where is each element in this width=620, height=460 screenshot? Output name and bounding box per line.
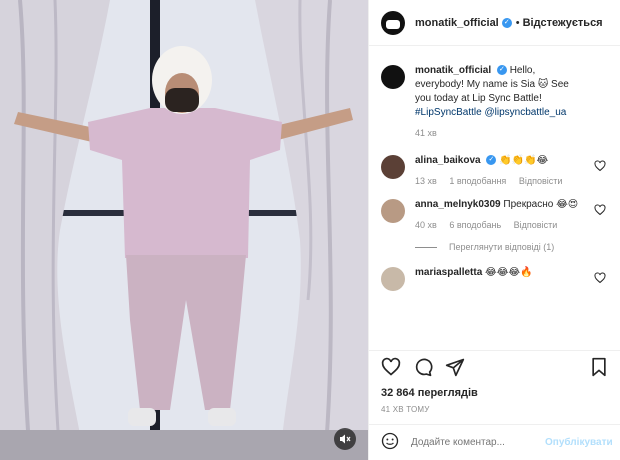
views-count[interactable]: 32 864 переглядів xyxy=(381,387,609,399)
verified-badge-icon: ✓ xyxy=(496,65,507,76)
comment-icon[interactable] xyxy=(413,357,433,382)
avatar[interactable] xyxy=(381,10,405,35)
comment-username[interactable]: mariaspalletta xyxy=(415,267,482,278)
comment-time[interactable]: 13 хв xyxy=(415,176,437,186)
mention-link[interactable]: @lipsyncbattle_ua xyxy=(485,107,567,118)
instagram-post: monatik_official ✓ • Відстежується monat… xyxy=(0,0,620,460)
hashtag-link[interactable]: #LipSyncBattle xyxy=(415,107,482,118)
add-comment-bar: Опублікувати xyxy=(369,424,620,460)
like-heart-icon[interactable] xyxy=(594,272,606,284)
comment-text: Прекрасно 😂😍 xyxy=(503,199,579,210)
speaker-muted-icon xyxy=(340,434,351,444)
avatar[interactable] xyxy=(381,155,405,179)
post-header: monatik_official ✓ • Відстежується xyxy=(369,0,620,46)
caption-time: 41 хв xyxy=(415,128,437,138)
post-media[interactable] xyxy=(0,0,368,460)
avatar[interactable] xyxy=(381,65,405,89)
reply-button[interactable]: Відповісти xyxy=(519,176,563,186)
comment-likes[interactable]: 6 вподобань xyxy=(449,220,501,230)
mute-audio-button[interactable] xyxy=(334,428,356,450)
comment-meta: 13 хв 1 вподобання Відповісти xyxy=(415,174,586,188)
comment-meta: 40 хв 6 вподобань Відповісти xyxy=(415,218,586,232)
like-heart-icon[interactable] xyxy=(594,204,606,216)
publish-button[interactable]: Опублікувати xyxy=(545,437,613,448)
avatar[interactable] xyxy=(381,267,405,291)
comment-likes[interactable]: 1 вподобання xyxy=(449,176,506,186)
comment-text: 😂😂😂🔥 xyxy=(485,267,533,278)
avatar[interactable] xyxy=(381,199,405,223)
like-heart-icon[interactable] xyxy=(594,160,606,172)
header-username[interactable]: monatik_official xyxy=(415,17,499,29)
verified-badge-icon: ✓ xyxy=(486,155,497,166)
separator-dot: • xyxy=(515,16,520,29)
comment-input[interactable] xyxy=(409,436,545,449)
like-icon[interactable] xyxy=(381,357,401,382)
caption-username[interactable]: monatik_official xyxy=(415,65,491,76)
post-photo xyxy=(0,0,368,460)
comment-item: alina_baikova ✓ 👏👏👏😂 13 хв 1 вподобання … xyxy=(381,154,608,188)
save-bookmark-icon[interactable] xyxy=(589,357,609,382)
comments-list[interactable]: monatik_official ✓ Hello, everybody! My … xyxy=(369,46,620,291)
caption: monatik_official ✓ Hello, everybody! My … xyxy=(381,64,608,140)
verified-badge-icon: ✓ xyxy=(501,17,512,28)
post-actions: 32 864 переглядів 41 ХВ ТОМУ xyxy=(369,350,620,414)
comment-username[interactable]: alina_baikova xyxy=(415,155,481,166)
comment-username[interactable]: anna_melnyk0309 xyxy=(415,199,501,210)
share-icon[interactable] xyxy=(445,357,465,382)
comment-time[interactable]: 40 хв xyxy=(415,220,437,230)
post-side-panel: monatik_official ✓ • Відстежується monat… xyxy=(368,0,620,460)
comment-item: anna_melnyk0309 Прекрасно 😂😍 40 хв 6 впо… xyxy=(381,198,608,232)
reply-button[interactable]: Відповісти xyxy=(514,220,558,230)
view-replies-button[interactable]: Переглянути відповіді (1) xyxy=(415,240,608,254)
emoji-icon[interactable] xyxy=(381,432,399,453)
comment-text: 👏👏👏😂 xyxy=(499,155,549,166)
following-button[interactable]: Відстежується xyxy=(523,17,603,29)
post-time[interactable]: 41 ХВ ТОМУ xyxy=(381,405,609,414)
comment-item: mariaspalletta 😂😂😂🔥 xyxy=(381,266,608,291)
